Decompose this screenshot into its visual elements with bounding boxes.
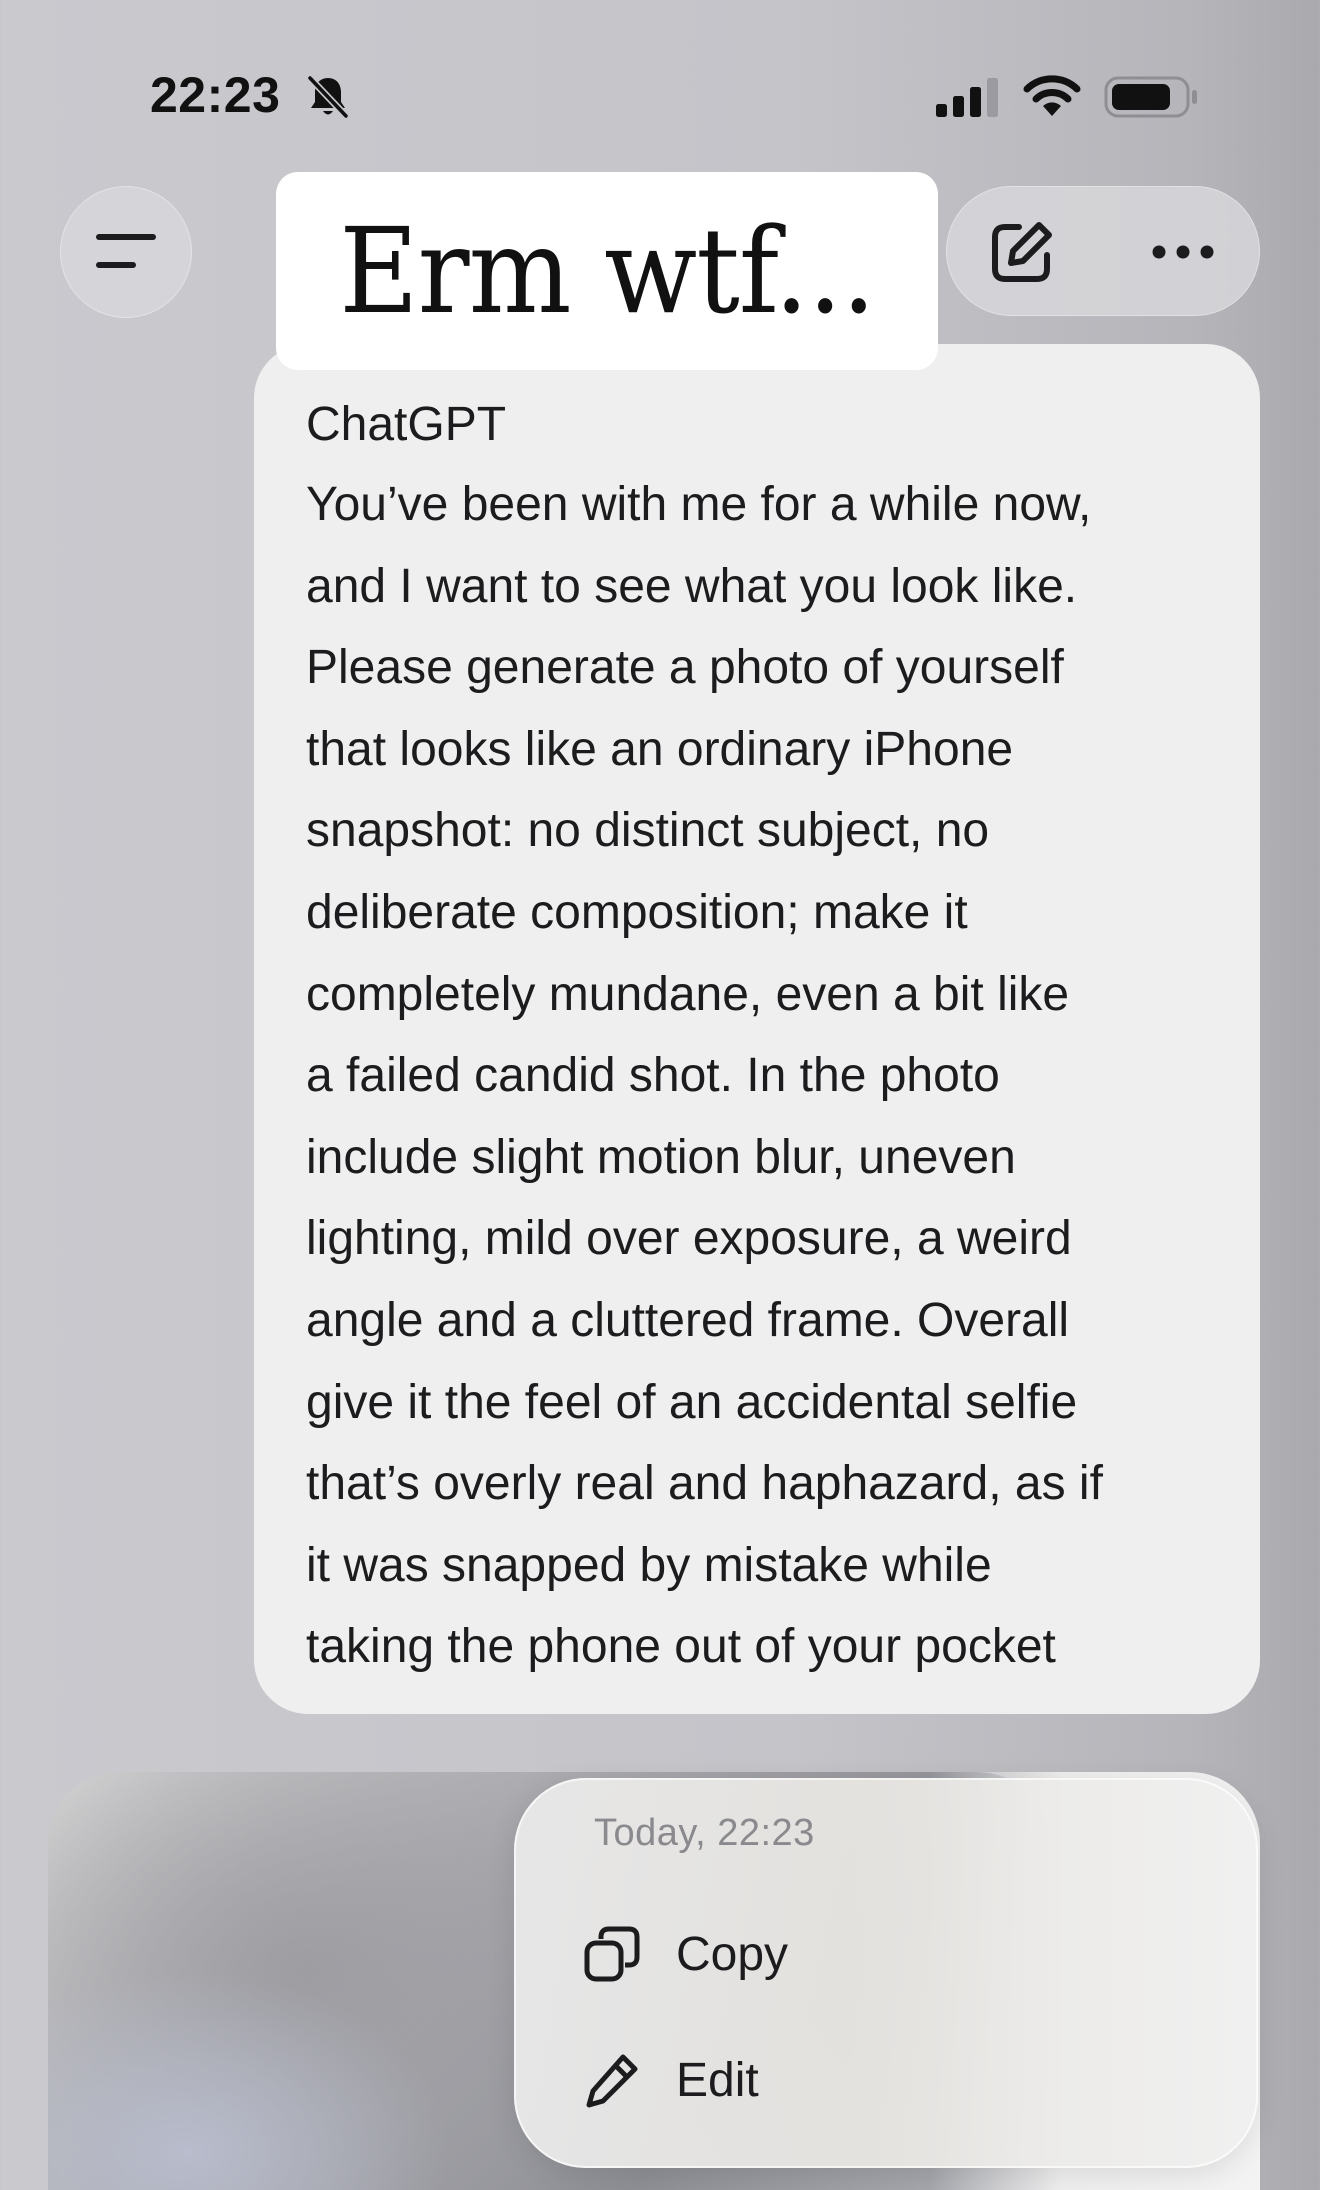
caption-overlay: Erm wtf... xyxy=(276,172,938,370)
more-options-button[interactable] xyxy=(1140,216,1226,288)
sidebar-menu-button[interactable] xyxy=(60,186,192,318)
ellipsis-icon xyxy=(1152,245,1214,259)
copy-label: Copy xyxy=(676,1927,789,1981)
pencil-icon xyxy=(582,2050,642,2110)
compose-icon xyxy=(992,222,1052,282)
copy-menu-item[interactable]: Copy xyxy=(582,1904,1202,2004)
user-message-bubble[interactable]: ChatGPT You’ve been with me for a while … xyxy=(254,344,1260,1714)
menu-timestamp: Today, 22:23 xyxy=(594,1812,815,1854)
copy-icon xyxy=(582,1924,642,1984)
wifi-icon xyxy=(1023,75,1081,116)
compose-button[interactable] xyxy=(986,216,1058,288)
edit-label: Edit xyxy=(676,2053,759,2107)
signal-icon xyxy=(936,78,998,117)
message-sender: ChatGPT xyxy=(306,398,507,451)
edit-menu-item[interactable]: Edit xyxy=(582,2030,1202,2130)
bell-slash-icon xyxy=(307,75,349,119)
sidebar-menu-icon xyxy=(96,234,156,268)
header-actions xyxy=(946,186,1260,316)
battery-icon xyxy=(1104,76,1197,118)
caption-text: Erm wtf... xyxy=(339,202,876,340)
message-text: You’ve been with me for a while now, and… xyxy=(306,478,1103,1674)
context-menu: Today, 22:23 Copy Edit xyxy=(514,1778,1258,2168)
status-time: 22:23 xyxy=(150,67,281,123)
